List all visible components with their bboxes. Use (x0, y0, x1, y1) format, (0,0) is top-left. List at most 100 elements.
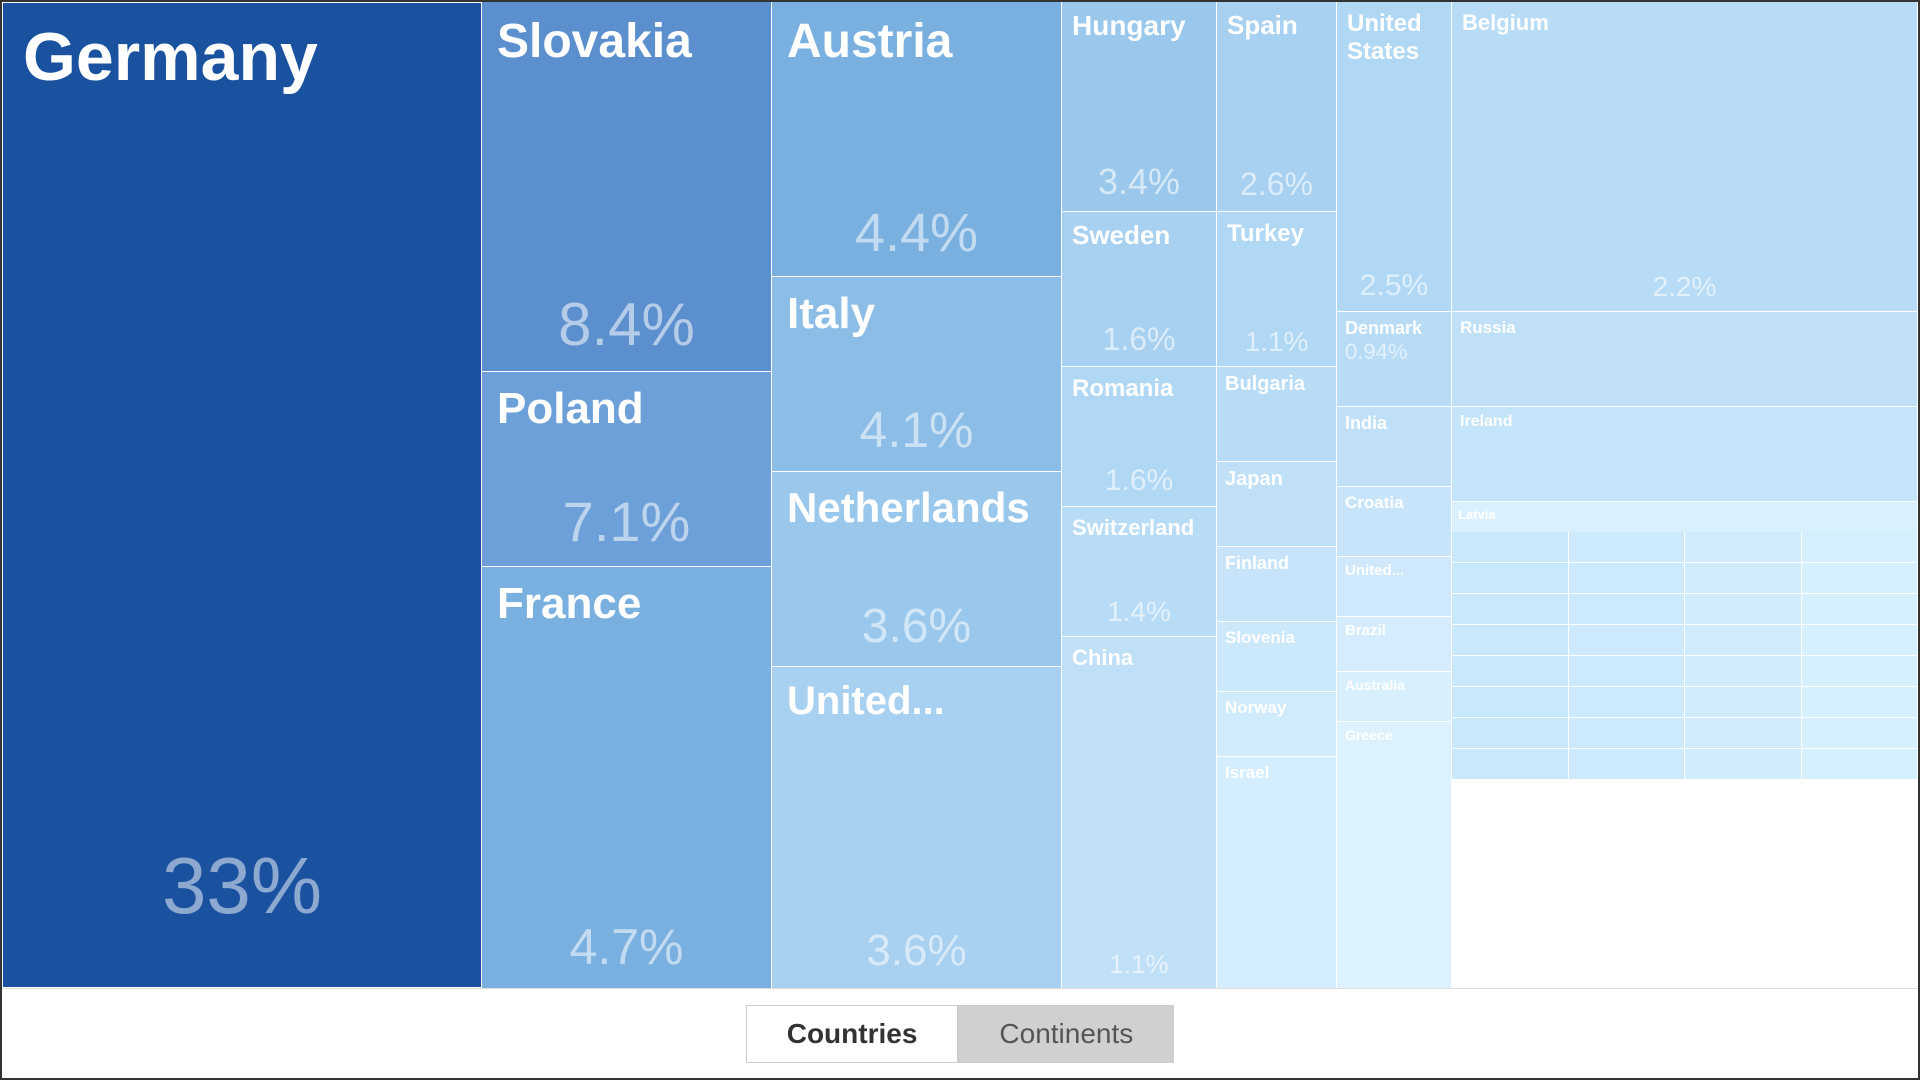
col-middle: Slovakia 8.4% Poland 7.1% France 4.7% (482, 2, 772, 988)
tiny-cell-14[interactable] (1569, 625, 1685, 655)
tiny-cell-18[interactable] (1569, 656, 1685, 686)
treemap-cell-romania[interactable]: Romania 1.6% (1062, 367, 1216, 507)
treemap-cell-france[interactable]: France 4.7% (482, 567, 771, 988)
spain-pct: 2.6% (1227, 166, 1326, 203)
treemap-cell-japan[interactable]: Japan (1217, 462, 1336, 547)
treemap-cell-spain[interactable]: Spain 2.6% (1217, 2, 1336, 212)
tiny-cell-19[interactable] (1685, 656, 1801, 686)
hungary-label: Hungary (1072, 10, 1206, 42)
hungary-pct: 3.4% (1072, 161, 1206, 203)
tiny-cell-2[interactable] (1569, 532, 1685, 562)
tiny-cell-8[interactable] (1802, 563, 1918, 593)
treemap-cell-united-dot[interactable]: United... (1337, 557, 1451, 617)
treemap-cell-ireland[interactable]: Ireland (1452, 407, 1917, 502)
australia-label: Australia (1345, 677, 1405, 693)
col-spain: Spain 2.6% Turkey 1.1% Bulgaria Japan Fi… (1217, 2, 1337, 988)
col-hungary: Hungary 3.4% Sweden 1.6% Romania 1.6% Sw… (1062, 2, 1217, 988)
treemap-cell-switzerland[interactable]: Switzerland 1.4% (1062, 507, 1216, 637)
treemap-cell-china[interactable]: China 1.1% (1062, 637, 1216, 988)
united-dot-label: United... (1345, 562, 1404, 579)
tiny-cell-4[interactable] (1802, 532, 1918, 562)
tiny-cell-20[interactable] (1802, 656, 1918, 686)
treemap-cell-us[interactable]: United States 2.5% (1337, 2, 1451, 312)
uk-pct: 3.6% (787, 926, 1046, 976)
treemap-cell-denmark[interactable]: Denmark 0.94% (1337, 312, 1451, 407)
turkey-label: Turkey (1227, 220, 1326, 248)
tiny-cell-26[interactable] (1569, 718, 1685, 748)
tiny-cell-30[interactable] (1569, 749, 1685, 779)
tiny-cell-32[interactable] (1802, 749, 1918, 779)
treemap-cell-poland[interactable]: Poland 7.1% (482, 372, 771, 567)
tiny-cell-5[interactable] (1452, 563, 1568, 593)
latvia-label: Latvia (1458, 507, 1496, 522)
tiny-cell-6[interactable] (1569, 563, 1685, 593)
tiny-cell-7[interactable] (1685, 563, 1801, 593)
treemap-cell-russia[interactable]: Russia (1452, 312, 1917, 407)
treemap-cell-finland[interactable]: Finland (1217, 547, 1336, 622)
poland-pct: 7.1% (497, 489, 756, 554)
treemap-cell-netherlands[interactable]: Netherlands 3.6% (772, 472, 1061, 667)
austria-pct: 4.4% (787, 202, 1046, 264)
micro-cells (1452, 532, 1917, 988)
treemap-cell-sweden[interactable]: Sweden 1.6% (1062, 212, 1216, 367)
romania-label: Romania (1072, 375, 1206, 403)
treemap-cell-india[interactable]: India (1337, 407, 1451, 487)
russia-label: Russia (1460, 318, 1516, 337)
tiny-cell-25[interactable] (1452, 718, 1568, 748)
tiny-cell-28[interactable] (1802, 718, 1918, 748)
finland-label: Finland (1225, 553, 1289, 573)
romania-pct: 1.6% (1072, 464, 1206, 498)
treemap-cell-germany[interactable]: Germany 33% (2, 2, 482, 988)
switzerland-label: Switzerland (1072, 515, 1206, 541)
tiny-cell-22[interactable] (1569, 687, 1685, 717)
treemap-cell-slovakia[interactable]: Slovakia 8.4% (482, 2, 771, 372)
treemap-cell-uk[interactable]: United... 3.6% (772, 667, 1061, 988)
greece-label: Greece (1345, 727, 1392, 743)
treemap-cell-croatia[interactable]: Croatia (1337, 487, 1451, 557)
tiny-cell-15[interactable] (1685, 625, 1801, 655)
tiny-cell-24[interactable] (1802, 687, 1918, 717)
tiny-cell-11[interactable] (1685, 594, 1801, 624)
tiny-cell-17[interactable] (1452, 656, 1568, 686)
treemap-container: Germany 33% Slovakia 8.4% Poland 7.1% Fr… (0, 0, 1920, 1080)
tab-continents[interactable]: Continents (958, 1005, 1174, 1063)
tiny-cell-1[interactable] (1452, 532, 1568, 562)
treemap-cell-slovenia[interactable]: Slovenia (1217, 622, 1336, 692)
treemap-cell-norway[interactable]: Norway (1217, 692, 1336, 757)
norway-label: Norway (1225, 698, 1286, 717)
treemap-cell-greece[interactable]: Greece (1337, 722, 1451, 988)
treemap-cell-belgium[interactable]: Belgium 2.2% (1452, 2, 1917, 312)
treemap-cell-australia[interactable]: Australia (1337, 672, 1451, 722)
ireland-label: Ireland (1460, 413, 1512, 430)
treemap-cell-bulgaria[interactable]: Bulgaria (1217, 367, 1336, 462)
spain-label: Spain (1227, 10, 1326, 41)
treemap-cell-italy[interactable]: Italy 4.1% (772, 277, 1061, 472)
turkey-pct: 1.1% (1227, 326, 1326, 358)
tiny-cell-21[interactable] (1452, 687, 1568, 717)
tiny-cell-10[interactable] (1569, 594, 1685, 624)
tiny-cell-12[interactable] (1802, 594, 1918, 624)
france-pct: 4.7% (497, 918, 756, 976)
germany-pct: 33% (162, 840, 322, 932)
tiny-cell-3[interactable] (1685, 532, 1801, 562)
croatia-label: Croatia (1345, 493, 1404, 512)
japan-label: Japan (1225, 468, 1283, 490)
tiny-cell-9[interactable] (1452, 594, 1568, 624)
tiny-cell-29[interactable] (1452, 749, 1568, 779)
germany-label: Germany (23, 18, 461, 96)
tiny-cell-16[interactable] (1802, 625, 1918, 655)
tab-countries[interactable]: Countries (746, 1005, 959, 1063)
tiny-cell-31[interactable] (1685, 749, 1801, 779)
china-label: China (1072, 645, 1206, 671)
treemap-cell-israel[interactable]: Israel (1217, 757, 1336, 988)
tiny-cell-13[interactable] (1452, 625, 1568, 655)
india-label: India (1345, 413, 1387, 433)
treemap-cell-hungary[interactable]: Hungary 3.4% (1062, 2, 1216, 212)
china-pct: 1.1% (1072, 949, 1206, 980)
tiny-cell-27[interactable] (1685, 718, 1801, 748)
treemap-cell-latvia[interactable]: Latvia (1452, 502, 1917, 532)
treemap-cell-austria[interactable]: Austria 4.4% (772, 2, 1061, 277)
treemap-cell-brazil[interactable]: Brazil (1337, 617, 1451, 672)
tiny-cell-23[interactable] (1685, 687, 1801, 717)
treemap-cell-turkey[interactable]: Turkey 1.1% (1217, 212, 1336, 367)
